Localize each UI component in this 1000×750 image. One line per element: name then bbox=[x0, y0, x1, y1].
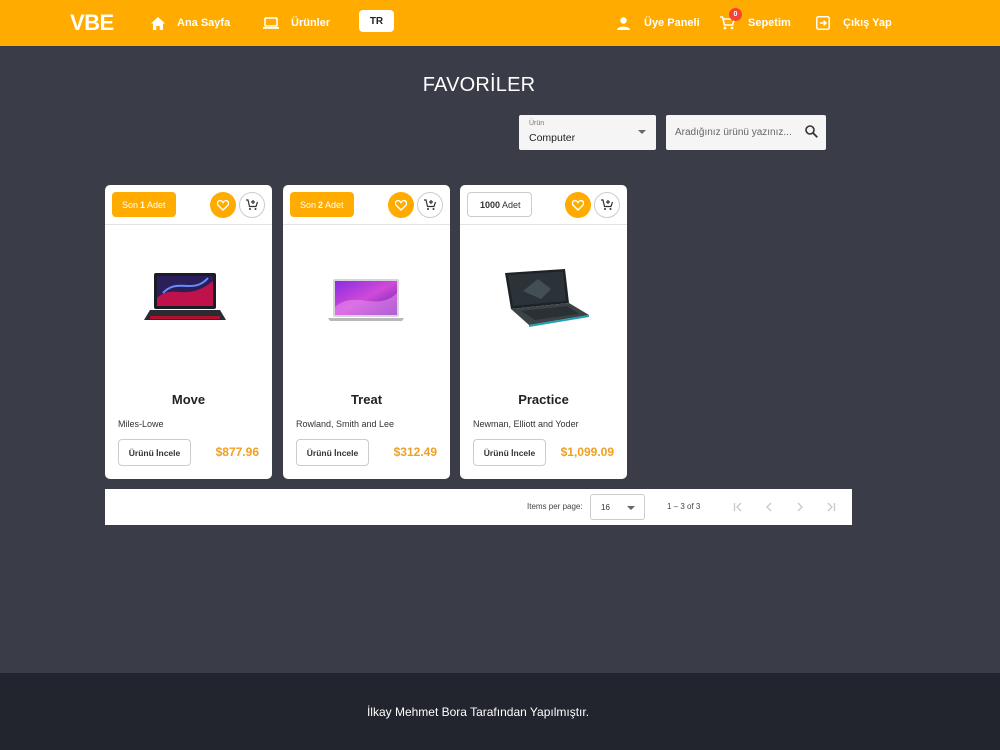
category-select-value: Computer bbox=[529, 132, 576, 144]
top-navbar: VBE Ana Sayfa Ürünler TR Üye Paneli 0 Se… bbox=[0, 0, 1000, 46]
first-page-icon bbox=[733, 502, 742, 512]
stock-suffix: Adet bbox=[502, 199, 521, 210]
search-input[interactable] bbox=[675, 124, 803, 141]
stock-count: 2 bbox=[318, 199, 324, 210]
stock-count: 1000 bbox=[480, 199, 501, 210]
nav-member-panel[interactable]: Üye Paneli bbox=[617, 0, 700, 46]
add-to-cart-button[interactable] bbox=[594, 192, 620, 218]
add-cart-icon bbox=[246, 199, 258, 210]
cart-count-badge: 0 bbox=[729, 8, 742, 21]
search-icon[interactable] bbox=[805, 125, 818, 138]
stock-prefix: Son bbox=[300, 199, 317, 210]
inspect-product-button[interactable]: Ürünü İncele bbox=[296, 439, 369, 466]
favorite-button[interactable] bbox=[565, 192, 591, 218]
chevron-down-icon bbox=[638, 130, 646, 134]
nav-member-panel-label: Üye Paneli bbox=[644, 17, 700, 29]
page-title: FAVORİLER bbox=[422, 74, 536, 96]
inspect-product-button[interactable]: Ürünü İncele bbox=[473, 439, 546, 466]
footer-credit: İlkay Mehmet Bora Tarafından Yapılmıştır… bbox=[366, 705, 590, 719]
nav-cart-label: Sepetim bbox=[748, 17, 791, 29]
add-to-cart-button[interactable] bbox=[417, 192, 443, 218]
stock-badge: Son 1 Adet bbox=[112, 192, 176, 217]
last-page-button[interactable] bbox=[821, 497, 841, 517]
card-header: 1000 Adet bbox=[460, 185, 627, 225]
laptop-icon bbox=[263, 17, 279, 29]
add-cart-icon bbox=[601, 199, 613, 210]
add-cart-icon bbox=[424, 199, 436, 210]
heart-icon bbox=[217, 199, 229, 211]
product-brand: Miles-Lowe bbox=[118, 419, 164, 429]
add-to-cart-button[interactable] bbox=[239, 192, 265, 218]
language-button[interactable]: TR bbox=[359, 10, 394, 32]
stock-badge: Son 2 Adet bbox=[290, 192, 354, 217]
person-icon bbox=[617, 16, 630, 30]
product-name: Practice bbox=[518, 392, 569, 407]
stock-count: 1 bbox=[140, 199, 146, 210]
stock-prefix: Son bbox=[122, 199, 139, 210]
favorite-button[interactable] bbox=[210, 192, 236, 218]
chevron-left-icon bbox=[766, 502, 772, 512]
paginator: Items per page: 16 1 – 3 of 3 bbox=[105, 489, 852, 525]
first-page-button[interactable] bbox=[728, 497, 748, 517]
product-card: Son 2 Adet Treat Rowland, Smith and Lee … bbox=[283, 185, 450, 479]
inspect-product-button[interactable]: Ürünü İncele bbox=[118, 439, 191, 466]
product-card: Son 1 Adet Move Miles-Lowe Ürünü İncele … bbox=[105, 185, 272, 479]
logout-icon bbox=[816, 16, 830, 30]
stock-suffix: Adet bbox=[325, 199, 344, 210]
last-page-icon bbox=[827, 502, 836, 512]
nav-products-label: Ürünler bbox=[291, 17, 331, 29]
previous-page-button[interactable] bbox=[759, 497, 779, 517]
product-price: $877.96 bbox=[215, 445, 259, 459]
product-name: Move bbox=[171, 392, 206, 407]
stock-suffix: Adet bbox=[147, 199, 166, 210]
nav-products[interactable]: Ürünler bbox=[263, 0, 330, 46]
home-icon bbox=[151, 16, 165, 30]
page-range-label: 1 – 3 of 3 bbox=[667, 502, 701, 511]
product-price: $1,099.09 bbox=[560, 445, 614, 459]
nav-logout[interactable]: Çıkış Yap bbox=[816, 0, 892, 46]
category-select-label: Ürün bbox=[529, 120, 545, 127]
items-per-page-label: Items per page: bbox=[527, 502, 583, 511]
chevron-right-icon bbox=[797, 502, 803, 512]
nav-home[interactable]: Ana Sayfa bbox=[151, 0, 230, 46]
category-select[interactable]: Ürün Computer bbox=[519, 115, 656, 150]
next-page-button[interactable] bbox=[790, 497, 810, 517]
card-header: Son 1 Adet bbox=[105, 185, 272, 225]
product-image[interactable] bbox=[138, 263, 238, 333]
nav-logout-label: Çıkış Yap bbox=[843, 17, 892, 29]
nav-home-label: Ana Sayfa bbox=[177, 17, 231, 29]
search-field bbox=[666, 115, 826, 150]
product-image[interactable] bbox=[493, 263, 593, 333]
cart-icon-wrap: 0 bbox=[720, 8, 742, 30]
stock-badge: 1000 Adet bbox=[467, 192, 532, 217]
card-header: Son 2 Adet bbox=[283, 185, 450, 225]
product-image[interactable] bbox=[316, 263, 416, 333]
logo[interactable]: VBE bbox=[70, 10, 114, 36]
heart-icon bbox=[572, 199, 584, 211]
items-per-page-value: 16 bbox=[601, 503, 610, 512]
product-price: $312.49 bbox=[393, 445, 437, 459]
favorite-button[interactable] bbox=[388, 192, 414, 218]
product-brand: Rowland, Smith and Lee bbox=[296, 419, 395, 429]
product-brand: Newman, Elliott and Yoder bbox=[473, 419, 579, 429]
chevron-down-icon bbox=[627, 506, 635, 510]
product-name: Treat bbox=[350, 392, 383, 407]
footer: İlkay Mehmet Bora Tarafından Yapılmıştır… bbox=[0, 673, 1000, 750]
items-per-page-select[interactable]: 16 bbox=[590, 494, 645, 520]
heart-icon bbox=[395, 199, 407, 211]
nav-cart[interactable]: 0 Sepetim bbox=[720, 0, 791, 46]
product-card: 1000 Adet Practice Newman, Elliott and Y… bbox=[460, 185, 627, 479]
